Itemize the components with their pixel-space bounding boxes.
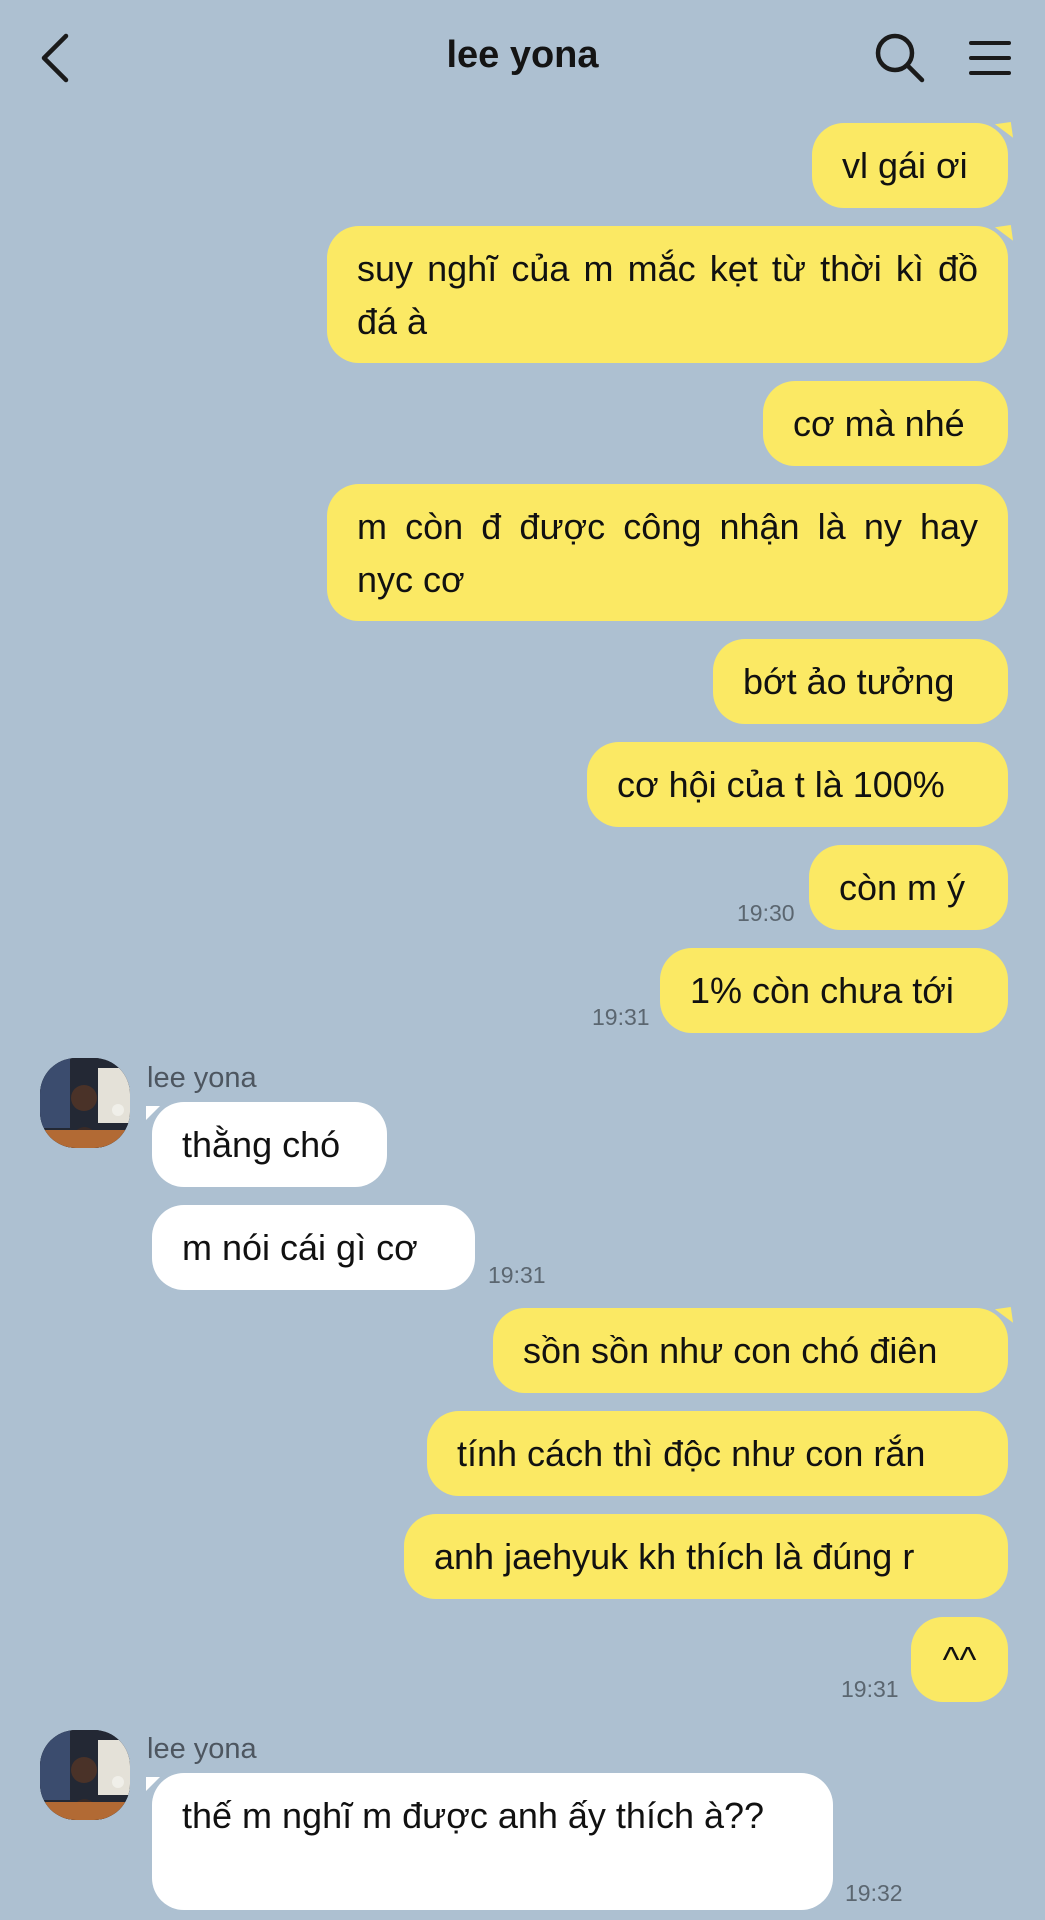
message-text: bớt ảo tưởng [743,661,955,702]
my-message-bubble[interactable]: cơ mà nhé [763,381,1008,466]
my-message-bubble[interactable]: tính cách thì độc như con rắn [427,1411,1008,1496]
message-text: tính cách thì độc như con rắn [457,1433,926,1474]
contact-avatar[interactable] [40,1058,130,1148]
avatar-photo [40,1730,130,1820]
menu-icon[interactable] [968,36,1012,80]
message-timestamp: 19:30 [737,900,795,926]
my-message-bubble[interactable]: anh jaehyuk kh thích là đúng r [404,1514,1008,1599]
message-text: thế m nghĩ m được anh ấy thích à?? [182,1795,765,1836]
message-timestamp: 19:32 [845,1880,903,1906]
message-text: thằng chó [182,1124,341,1165]
their-message-bubble[interactable]: m nói cái gì cơ [152,1205,475,1290]
message-text: còn m ý [839,867,966,908]
avatar-photo [40,1058,130,1148]
message-text: 1% còn chưa tới [690,970,954,1011]
my-message-bubble[interactable]: suy nghĩ của m mắc kẹt từ thời kì đồ đá … [327,226,1008,363]
message-text: anh jaehyuk kh thích là đúng r [434,1536,915,1577]
message-text: m nói cái gì cơ [182,1227,418,1268]
my-message-bubble[interactable]: m còn đ được công nhận là ny hay nyc cơ [327,484,1008,621]
message-timestamp: 19:31 [592,1004,650,1030]
their-message-bubble[interactable]: thế m nghĩ m được anh ấy thích à?? [146,1773,833,1910]
message-timestamp: 19:31 [488,1262,546,1288]
message-text: sồn sồn như con chó điên [523,1330,938,1371]
my-message-bubble[interactable]: 1% còn chưa tới [660,948,1008,1033]
message-timestamp: 19:31 [841,1676,899,1702]
their-message-bubble[interactable]: thằng chó [146,1102,387,1187]
message-text: m còn đ được công nhận là ny hay nyc cơ [357,506,978,600]
my-message-bubble[interactable]: còn m ý [809,845,1008,930]
chat-header: lee yona [0,0,1045,116]
search-icon[interactable] [874,32,926,84]
sender-name: lee yona [147,1062,257,1094]
message-text: cơ mà nhé [793,403,965,444]
my-message-bubble[interactable]: sồn sồn như con chó điên [493,1308,1008,1393]
message-text: cơ hội của t là 100% [617,764,945,805]
my-message-bubble[interactable]: vl gái ơi [812,123,1008,208]
sender-name: lee yona [147,1733,257,1765]
my-message-bubble[interactable]: bớt ảo tưởng [713,639,1008,724]
contact-avatar[interactable] [40,1730,130,1820]
message-text: vl gái ơi [842,145,968,186]
my-message-bubble[interactable]: cơ hội của t là 100% [587,742,1008,827]
message-text: suy nghĩ của m mắc kẹt từ thời kì đồ đá … [357,248,978,342]
my-message-bubble[interactable]: ^^ [911,1617,1008,1702]
message-text: ^^ [942,1639,977,1680]
